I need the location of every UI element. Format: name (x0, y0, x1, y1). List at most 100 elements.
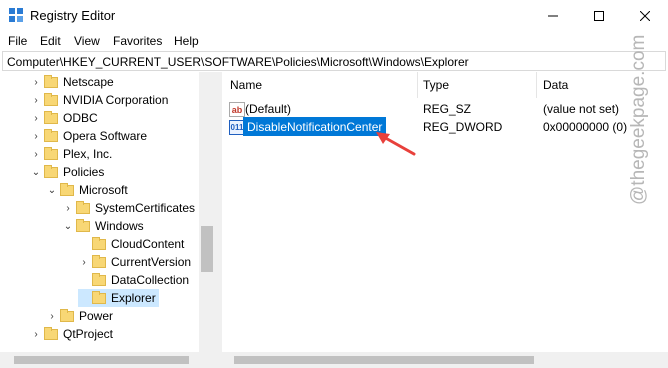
value-type: REG_SZ (423, 102, 472, 116)
folder-icon (76, 200, 90, 214)
tree-item-label: Plex, Inc. (63, 147, 113, 161)
tree-item-qtproject[interactable]: › QtProject (30, 325, 113, 343)
folder-icon (44, 92, 58, 106)
folder-icon (60, 308, 74, 322)
registry-editor-icon (9, 8, 23, 22)
folder-icon (44, 74, 58, 88)
tree-item-policies[interactable]: ⌄ Policies (30, 163, 104, 181)
tree-item-nvidia[interactable]: › NVIDIA Corporation (30, 91, 168, 109)
tree-item-explorer[interactable]: Explorer (78, 289, 159, 307)
chevron-down-icon[interactable]: ⌄ (46, 181, 58, 199)
menu-favorites[interactable]: Favorites (113, 34, 162, 48)
tree-item-netscape[interactable]: › Netscape (30, 73, 114, 91)
chevron-down-icon[interactable]: ⌄ (62, 217, 74, 235)
minimize-button[interactable] (530, 0, 576, 31)
chevron-right-icon[interactable]: › (30, 91, 42, 109)
tree-item-currentversion[interactable]: › CurrentVersion (78, 253, 191, 271)
value-name: (Default) (245, 102, 292, 116)
menu-file[interactable]: File (8, 34, 27, 48)
address-bar[interactable]: Computer\HKEY_CURRENT_USER\SOFTWARE\Poli… (2, 51, 666, 71)
rename-input[interactable]: DisableNotificationCenter (243, 117, 387, 136)
values-hscroll-thumb[interactable] (234, 356, 534, 364)
value-data: 0x00000000 (0) (543, 120, 628, 134)
folder-icon (92, 254, 106, 268)
chevron-right-icon[interactable]: › (30, 109, 42, 127)
column-header-name[interactable]: Name (230, 72, 262, 98)
chevron-right-icon[interactable]: › (30, 145, 42, 163)
tree-item-label: Power (79, 309, 114, 323)
maximize-icon (594, 10, 604, 21)
annotation-arrow-icon (376, 132, 416, 156)
tree-item-label: Microsoft (79, 183, 128, 197)
chevron-right-icon[interactable]: › (30, 325, 42, 343)
tree-item-systemcertificates[interactable]: › SystemCertificates (62, 199, 195, 217)
chevron-right-icon[interactable]: › (62, 199, 74, 217)
values-list: Name Type Data ab (Default) REG_SZ (valu… (222, 72, 668, 368)
value-row-disablenotificationcenter[interactable]: 011 DisableNotificationCenter REG_DWORD … (222, 117, 668, 137)
tree-scroll-thumb[interactable] (201, 226, 213, 272)
chevron-down-icon[interactable]: ⌄ (30, 163, 42, 181)
watermark: @thegeekpage.com (628, 34, 649, 205)
tree-item-label: CloudContent (111, 237, 185, 251)
tree-item-datacollection[interactable]: DataCollection (78, 271, 189, 289)
string-value-icon: ab (229, 102, 245, 117)
pane-splitter[interactable] (215, 72, 222, 368)
tree-item-label: Netscape (63, 75, 114, 89)
key-tree: › Netscape › NVIDIA Corporation › ODBC ›… (0, 72, 216, 368)
value-name: DisableNotificationCenter (247, 119, 383, 134)
folder-icon (92, 236, 106, 250)
menu-help[interactable]: Help (174, 34, 199, 48)
tree-item-odbc[interactable]: › ODBC (30, 109, 98, 127)
column-divider[interactable] (536, 72, 537, 98)
value-data: (value not set) (543, 102, 620, 116)
folder-icon (92, 290, 106, 304)
folder-icon (44, 128, 58, 142)
chevron-right-icon[interactable]: › (78, 253, 90, 271)
folder-icon (92, 272, 106, 286)
tree-item-plex[interactable]: › Plex, Inc. (30, 145, 112, 163)
tree-item-cloudcontent[interactable]: CloudContent (78, 235, 184, 253)
value-type: REG_DWORD (423, 120, 503, 134)
tree-item-label: SystemCertificates (95, 201, 196, 215)
folder-icon (44, 146, 58, 160)
menu-view[interactable]: View (74, 34, 100, 48)
tree-item-opera[interactable]: › Opera Software (30, 127, 147, 145)
folder-icon (44, 164, 58, 178)
chevron-right-icon[interactable]: › (46, 307, 58, 325)
tree-item-label: Explorer (111, 291, 156, 305)
column-header-type[interactable]: Type (423, 72, 449, 98)
chevron-right-icon[interactable]: › (30, 127, 42, 145)
chevron-right-icon[interactable]: › (30, 73, 42, 91)
folder-icon (76, 218, 90, 232)
column-divider[interactable] (417, 72, 418, 98)
tree-hscroll-thumb[interactable] (14, 356, 189, 364)
folder-icon (60, 182, 74, 196)
folder-icon (44, 326, 58, 340)
title-bar: Registry Editor (0, 0, 668, 31)
address-path: Computer\HKEY_CURRENT_USER\SOFTWARE\Poli… (7, 55, 469, 69)
tree-item-windows[interactable]: ⌄ Windows (62, 217, 144, 235)
tree-item-label: DataCollection (111, 273, 190, 287)
tree-item-label: Opera Software (63, 129, 148, 143)
menu-bar: File Edit View Favorites Help (0, 31, 668, 51)
column-header-data[interactable]: Data (543, 72, 568, 98)
tree-item-label: NVIDIA Corporation (63, 93, 169, 107)
menu-edit[interactable]: Edit (40, 34, 61, 48)
tree-item-label: Policies (63, 165, 105, 179)
tree-item-power[interactable]: › Power (46, 307, 113, 325)
value-row-default[interactable]: ab (Default) REG_SZ (value not set) (222, 99, 668, 119)
tree-vertical-scrollbar[interactable] (199, 72, 215, 357)
tree-item-label: CurrentVersion (111, 255, 192, 269)
tree-item-label: Windows (95, 219, 144, 233)
minimize-icon (548, 15, 558, 16)
tree-item-microsoft[interactable]: ⌄ Microsoft (46, 181, 128, 199)
tree-item-label: QtProject (63, 327, 114, 341)
tree-item-label: ODBC (63, 111, 98, 125)
maximize-button[interactable] (576, 0, 622, 31)
window-title: Registry Editor (30, 8, 116, 23)
folder-icon (44, 110, 58, 124)
close-button[interactable] (622, 0, 668, 31)
